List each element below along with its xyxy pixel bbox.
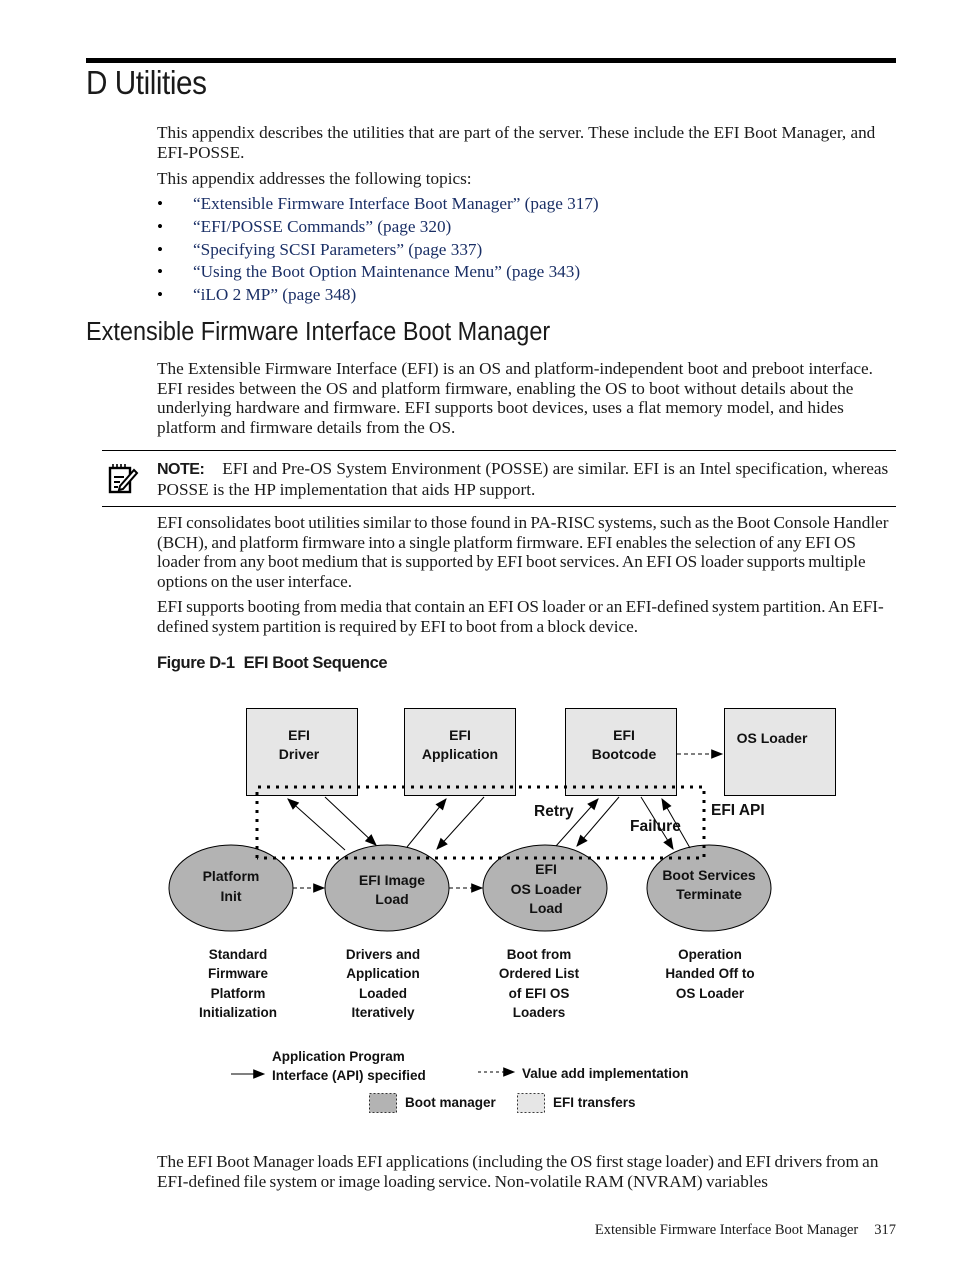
caption-line: Firmware <box>208 966 269 981</box>
caption-line: Application <box>346 966 420 981</box>
box-label-line: Driver <box>279 746 320 762</box>
legend-boot-manager: Boot manager <box>405 1095 497 1110</box>
arrow-application-to-image-load <box>436 796 485 850</box>
note-body: EFI and Pre-OS System Environment (POSSE… <box>157 459 889 499</box>
topics-lead: This appendix addresses the following to… <box>157 169 472 188</box>
caption-line: Drivers and <box>346 947 420 962</box>
stage-label-line: OS Loader <box>511 881 582 897</box>
stage-efi-image-load: EFI Image Load <box>324 844 450 932</box>
stage-caption-platform-init: Standard Firmware Platform Initializatio… <box>199 947 277 1020</box>
section-title: Extensible Firmware Interface Boot Manag… <box>86 318 551 346</box>
retry-label: Retry <box>534 803 574 820</box>
caption-line: Loaded <box>359 986 407 1001</box>
caption-line: Ordered List <box>499 966 580 981</box>
topic-item: • “Specifying SCSI Parameters” (page 337) <box>157 239 599 262</box>
legend: Application Program Interface (API) spec… <box>231 1049 689 1113</box>
arrow-driver-to-image-load <box>324 796 377 846</box>
chapter-top-rule <box>86 58 896 63</box>
caption-line: Iteratively <box>351 1005 415 1020</box>
stage-caption-boot-services-terminate: Operation Handed Off to OS Loader <box>665 947 754 1001</box>
arrow-image-load-to-driver <box>287 798 346 851</box>
section-paragraph-2: EFI consolidates boot utilities similar … <box>157 513 889 591</box>
caption-line: Operation <box>678 947 742 962</box>
arrow-retry-down <box>576 796 620 847</box>
stage-caption-efi-image-load: Drivers and Application Loaded Iterative… <box>346 947 420 1020</box>
caption-line: Initialization <box>199 1005 277 1020</box>
legend-efi-transfers: EFI transfers <box>553 1095 636 1110</box>
caption-line: Platform <box>211 986 266 1001</box>
section-paragraph-3: EFI supports booting from media that con… <box>157 597 884 636</box>
box-label-line: Application <box>422 746 498 762</box>
stage-label-line: Terminate <box>676 886 742 902</box>
box-efi-application: EFI Application <box>404 708 516 796</box>
note-text: NOTE: EFI and Pre-OS System Environment (… <box>157 459 897 500</box>
bullet: • <box>157 194 164 213</box>
legend-value-add: Value add implementation <box>522 1066 689 1081</box>
topic-link[interactable]: “EFI/POSSE Commands” (page 320) <box>193 217 451 236</box>
topics-list: • “Extensible Firmware Interface Boot Man… <box>157 193 599 307</box>
note-label: NOTE: <box>157 461 205 478</box>
footer-section-title: Extensible Firmware Interface Boot Manag… <box>594 1222 859 1238</box>
stage-label-line: Platform <box>203 868 260 884</box>
topic-item: • “Extensible Firmware Interface Boot Man… <box>157 193 599 216</box>
section-paragraph-1: The Extensible Firmware Interface (EFI) … <box>157 359 873 437</box>
caption-line: Loaders <box>513 1005 566 1020</box>
topic-link[interactable]: “Extensible Firmware Interface Boot Mana… <box>193 194 599 213</box>
caption-line: Handed Off to <box>665 966 754 981</box>
figure-caption: Figure D-1 EFI Boot Sequence <box>157 654 396 673</box>
box-label-line: OS Loader <box>737 730 808 746</box>
arrow-image-load-to-application <box>406 798 447 848</box>
stage-label-line: EFI Image <box>359 872 425 888</box>
page-number: 317 <box>874 1222 896 1238</box>
topic-item: • “iLO 2 MP” (page 348) <box>157 284 599 307</box>
legend-api-line: Interface (API) specified <box>272 1068 426 1083</box>
legend-api-line: Application Program <box>272 1049 405 1064</box>
note-pencil-icon <box>108 464 139 494</box>
legend-boot-manager-swatch <box>369 1093 397 1113</box>
topic-link[interactable]: “iLO 2 MP” (page 348) <box>193 285 356 304</box>
box-label-line: EFI <box>288 727 310 743</box>
topic-item: • “Using the Boot Option Maintenance Menu… <box>157 261 599 284</box>
box-os-loader: OS Loader <box>724 708 836 796</box>
bullet: • <box>157 262 164 282</box>
caption-line: of EFI OS <box>509 986 570 1001</box>
section-paragraph-4: The EFI Boot Manager loads EFI applicati… <box>157 1152 879 1191</box>
stage-label-line: Init <box>221 888 242 904</box>
page-footer: Extensible Firmware Interface Boot Manag… <box>595 1222 896 1239</box>
intro-paragraph: This appendix describes the utilities th… <box>157 123 876 162</box>
efi-boot-sequence-diagram: EFI Driver EFI Application EFI Bootcode … <box>168 708 836 1113</box>
topic-item: • “EFI/POSSE Commands” (page 320) <box>157 216 599 239</box>
note-box: NOTE: EFI and Pre-OS System Environment (… <box>102 450 896 507</box>
box-label-line: EFI <box>449 727 471 743</box>
stage-label-line: Load <box>375 891 408 907</box>
box-efi-driver: EFI Driver <box>246 708 358 796</box>
bullet: • <box>157 216 164 236</box>
bullet: • <box>157 285 164 305</box>
caption-line: OS Loader <box>676 986 745 1001</box>
stage-label-line: Boot Services <box>662 867 756 883</box>
topic-link[interactable]: “Specifying SCSI Parameters” (page 337) <box>193 240 482 259</box>
failure-label: Failure <box>630 818 681 835</box>
box-label-line: EFI <box>613 727 635 743</box>
box-label-line: Bootcode <box>592 746 657 762</box>
figure-title: EFI Boot Sequence <box>243 654 388 672</box>
efi-api-label: EFI API <box>711 802 765 819</box>
topic-link[interactable]: “Using the Boot Option Maintenance Menu”… <box>193 262 580 281</box>
legend-efi-transfers-swatch <box>517 1093 545 1113</box>
box-efi-bootcode: EFI Bootcode <box>565 708 677 796</box>
bullet: • <box>157 239 164 259</box>
caption-line: Standard <box>209 947 268 962</box>
stage-caption-efi-os-loader-load: Boot from Ordered List of EFI OS Loaders <box>499 947 580 1020</box>
caption-line: Boot from <box>507 947 572 962</box>
figure-number: Figure D-1 <box>157 654 235 672</box>
chapter-title: D Utilities <box>86 64 207 101</box>
stage-label-line: EFI <box>535 861 557 877</box>
stage-boot-services-terminate: Boot Services Terminate <box>646 844 772 932</box>
stage-label-line: Load <box>529 900 562 916</box>
